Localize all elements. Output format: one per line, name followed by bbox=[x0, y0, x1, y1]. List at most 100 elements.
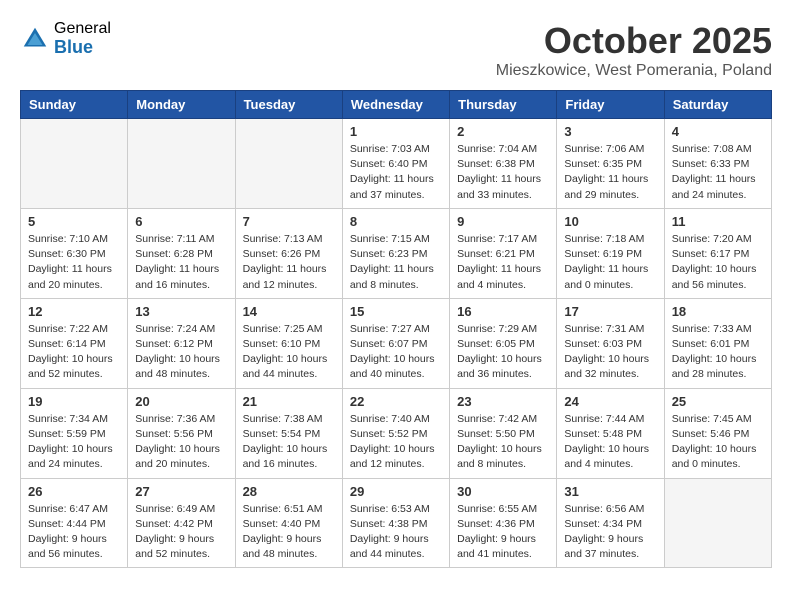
calendar-cell: 7Sunrise: 7:13 AM Sunset: 6:26 PM Daylig… bbox=[235, 208, 342, 298]
calendar-cell: 13 Sunrise: 7:24 AM Sunset: 6:12 PM Dayli… bbox=[128, 298, 235, 388]
calendar-cell: 16 Sunrise: 7:29 AM Sunset: 6:05 PM Dayli… bbox=[450, 298, 557, 388]
day-info: Sunrise: 7:36 AM Sunset: 5:56 PM Dayligh… bbox=[135, 412, 227, 473]
calendar-cell: 31Sunrise: 6:56 AM Sunset: 4:34 PM Dayli… bbox=[557, 478, 664, 568]
calendar-cell: 22 Sunrise: 7:40 AM Sunset: 5:52 PM Dayli… bbox=[342, 388, 449, 478]
calendar-cell: 5 Sunrise: 7:10 AM Sunset: 6:30 PM Daylig… bbox=[21, 208, 128, 298]
page-header: General Blue October 2025 Mieszkowice, W… bbox=[20, 20, 772, 80]
calendar-cell bbox=[235, 119, 342, 209]
calendar-cell: 26 Sunrise: 6:47 AM Sunset: 4:44 PM Dayli… bbox=[21, 478, 128, 568]
week-row: 5 Sunrise: 7:10 AM Sunset: 6:30 PM Daylig… bbox=[21, 208, 772, 298]
calendar: SundayMondayTuesdayWednesdayThursdayFrid… bbox=[20, 90, 772, 568]
weekday-header: Sunday bbox=[21, 91, 128, 119]
day-number: 26 bbox=[28, 484, 120, 499]
day-info: Sunrise: 7:45 AM Sunset: 5:46 PM Dayligh… bbox=[672, 412, 764, 473]
day-number: 9 bbox=[457, 214, 549, 229]
weekday-header: Saturday bbox=[664, 91, 771, 119]
calendar-cell: 19Sunrise: 7:34 AM Sunset: 5:59 PM Dayli… bbox=[21, 388, 128, 478]
day-number: 10 bbox=[564, 214, 656, 229]
calendar-cell: 2 Sunrise: 7:04 AM Sunset: 6:38 PM Daylig… bbox=[450, 119, 557, 209]
day-info: Sunrise: 7:25 AM Sunset: 6:10 PM Dayligh… bbox=[243, 322, 335, 383]
calendar-cell: 30Sunrise: 6:55 AM Sunset: 4:36 PM Dayli… bbox=[450, 478, 557, 568]
day-info: Sunrise: 7:29 AM Sunset: 6:05 PM Dayligh… bbox=[457, 322, 549, 383]
day-info: Sunrise: 7:10 AM Sunset: 6:30 PM Dayligh… bbox=[28, 232, 120, 293]
day-number: 12 bbox=[28, 304, 120, 319]
day-info: Sunrise: 6:47 AM Sunset: 4:44 PM Dayligh… bbox=[28, 502, 120, 563]
day-number: 2 bbox=[457, 124, 549, 139]
week-row: 12 Sunrise: 7:22 AM Sunset: 6:14 PM Dayli… bbox=[21, 298, 772, 388]
day-number: 3 bbox=[564, 124, 656, 139]
calendar-cell: 28 Sunrise: 6:51 AM Sunset: 4:40 PM Dayli… bbox=[235, 478, 342, 568]
day-info: Sunrise: 7:22 AM Sunset: 6:14 PM Dayligh… bbox=[28, 322, 120, 383]
calendar-cell: 25 Sunrise: 7:45 AM Sunset: 5:46 PM Dayli… bbox=[664, 388, 771, 478]
day-info: Sunrise: 6:49 AM Sunset: 4:42 PM Dayligh… bbox=[135, 502, 227, 563]
calendar-cell bbox=[664, 478, 771, 568]
location: Mieszkowice, West Pomerania, Poland bbox=[496, 62, 772, 80]
calendar-cell bbox=[128, 119, 235, 209]
calendar-cell: 14 Sunrise: 7:25 AM Sunset: 6:10 PM Dayli… bbox=[235, 298, 342, 388]
calendar-cell: 12 Sunrise: 7:22 AM Sunset: 6:14 PM Dayli… bbox=[21, 298, 128, 388]
day-number: 8 bbox=[350, 214, 442, 229]
day-number: 5 bbox=[28, 214, 120, 229]
calendar-cell: 24 Sunrise: 7:44 AM Sunset: 5:48 PM Dayli… bbox=[557, 388, 664, 478]
day-info: Sunrise: 7:17 AM Sunset: 6:21 PM Dayligh… bbox=[457, 232, 549, 293]
calendar-cell: 10 Sunrise: 7:18 AM Sunset: 6:19 PM Dayli… bbox=[557, 208, 664, 298]
weekday-header: Tuesday bbox=[235, 91, 342, 119]
day-number: 30 bbox=[457, 484, 549, 499]
day-info: Sunrise: 7:27 AM Sunset: 6:07 PM Dayligh… bbox=[350, 322, 442, 383]
calendar-cell: 20 Sunrise: 7:36 AM Sunset: 5:56 PM Dayli… bbox=[128, 388, 235, 478]
day-number: 28 bbox=[243, 484, 335, 499]
day-info: Sunrise: 7:38 AM Sunset: 5:54 PM Dayligh… bbox=[243, 412, 335, 473]
day-info: Sunrise: 7:18 AM Sunset: 6:19 PM Dayligh… bbox=[564, 232, 656, 293]
calendar-cell: 6 Sunrise: 7:11 AM Sunset: 6:28 PM Daylig… bbox=[128, 208, 235, 298]
weekday-header: Thursday bbox=[450, 91, 557, 119]
day-number: 13 bbox=[135, 304, 227, 319]
day-info: Sunrise: 7:04 AM Sunset: 6:38 PM Dayligh… bbox=[457, 142, 549, 203]
calendar-cell: 1Sunrise: 7:03 AM Sunset: 6:40 PM Daylig… bbox=[342, 119, 449, 209]
day-info: Sunrise: 7:31 AM Sunset: 6:03 PM Dayligh… bbox=[564, 322, 656, 383]
calendar-cell: 17Sunrise: 7:31 AM Sunset: 6:03 PM Dayli… bbox=[557, 298, 664, 388]
week-row: 26 Sunrise: 6:47 AM Sunset: 4:44 PM Dayli… bbox=[21, 478, 772, 568]
day-number: 24 bbox=[564, 394, 656, 409]
day-number: 22 bbox=[350, 394, 442, 409]
day-number: 4 bbox=[672, 124, 764, 139]
day-number: 14 bbox=[243, 304, 335, 319]
day-info: Sunrise: 7:42 AM Sunset: 5:50 PM Dayligh… bbox=[457, 412, 549, 473]
day-number: 29 bbox=[350, 484, 442, 499]
day-number: 15 bbox=[350, 304, 442, 319]
calendar-cell: 11Sunrise: 7:20 AM Sunset: 6:17 PM Dayli… bbox=[664, 208, 771, 298]
logo-text: General Blue bbox=[54, 20, 111, 57]
calendar-cell: 21 Sunrise: 7:38 AM Sunset: 5:54 PM Dayli… bbox=[235, 388, 342, 478]
day-info: Sunrise: 7:24 AM Sunset: 6:12 PM Dayligh… bbox=[135, 322, 227, 383]
weekday-header-row: SundayMondayTuesdayWednesdayThursdayFrid… bbox=[21, 91, 772, 119]
calendar-cell: 3Sunrise: 7:06 AM Sunset: 6:35 PM Daylig… bbox=[557, 119, 664, 209]
day-info: Sunrise: 7:11 AM Sunset: 6:28 PM Dayligh… bbox=[135, 232, 227, 293]
calendar-cell: 23Sunrise: 7:42 AM Sunset: 5:50 PM Dayli… bbox=[450, 388, 557, 478]
day-number: 20 bbox=[135, 394, 227, 409]
calendar-cell: 8Sunrise: 7:15 AM Sunset: 6:23 PM Daylig… bbox=[342, 208, 449, 298]
weekday-header: Friday bbox=[557, 91, 664, 119]
day-number: 21 bbox=[243, 394, 335, 409]
day-info: Sunrise: 7:40 AM Sunset: 5:52 PM Dayligh… bbox=[350, 412, 442, 473]
calendar-cell: 27 Sunrise: 6:49 AM Sunset: 4:42 PM Dayli… bbox=[128, 478, 235, 568]
day-info: Sunrise: 7:34 AM Sunset: 5:59 PM Dayligh… bbox=[28, 412, 120, 473]
day-info: Sunrise: 6:51 AM Sunset: 4:40 PM Dayligh… bbox=[243, 502, 335, 563]
day-number: 31 bbox=[564, 484, 656, 499]
day-number: 6 bbox=[135, 214, 227, 229]
logo-icon bbox=[20, 24, 50, 54]
day-number: 16 bbox=[457, 304, 549, 319]
day-number: 18 bbox=[672, 304, 764, 319]
week-row: 19Sunrise: 7:34 AM Sunset: 5:59 PM Dayli… bbox=[21, 388, 772, 478]
calendar-cell: 15 Sunrise: 7:27 AM Sunset: 6:07 PM Dayli… bbox=[342, 298, 449, 388]
logo: General Blue bbox=[20, 20, 111, 57]
weekday-header: Wednesday bbox=[342, 91, 449, 119]
day-info: Sunrise: 7:44 AM Sunset: 5:48 PM Dayligh… bbox=[564, 412, 656, 473]
day-number: 27 bbox=[135, 484, 227, 499]
calendar-cell: 18Sunrise: 7:33 AM Sunset: 6:01 PM Dayli… bbox=[664, 298, 771, 388]
day-number: 25 bbox=[672, 394, 764, 409]
week-row: 1Sunrise: 7:03 AM Sunset: 6:40 PM Daylig… bbox=[21, 119, 772, 209]
day-info: Sunrise: 7:03 AM Sunset: 6:40 PM Dayligh… bbox=[350, 142, 442, 203]
logo-blue: Blue bbox=[54, 38, 111, 58]
calendar-cell bbox=[21, 119, 128, 209]
day-info: Sunrise: 7:13 AM Sunset: 6:26 PM Dayligh… bbox=[243, 232, 335, 293]
day-number: 11 bbox=[672, 214, 764, 229]
